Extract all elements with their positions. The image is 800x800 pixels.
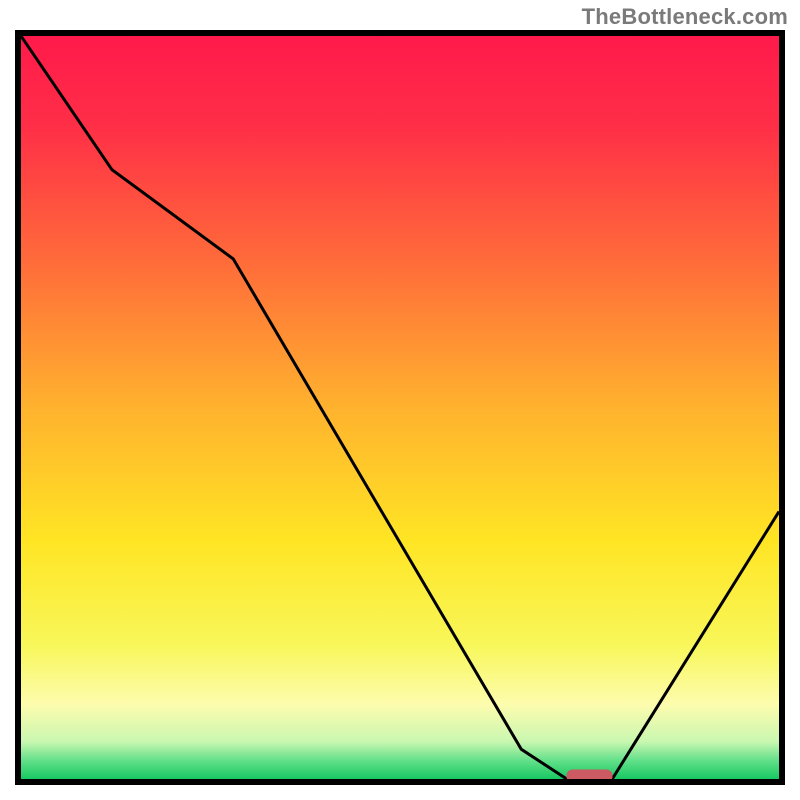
gradient-background (21, 36, 779, 779)
plot-area (15, 30, 785, 785)
optimum-marker (567, 770, 613, 780)
plot-svg (21, 36, 779, 779)
watermark-text: TheBottleneck.com (582, 4, 788, 30)
